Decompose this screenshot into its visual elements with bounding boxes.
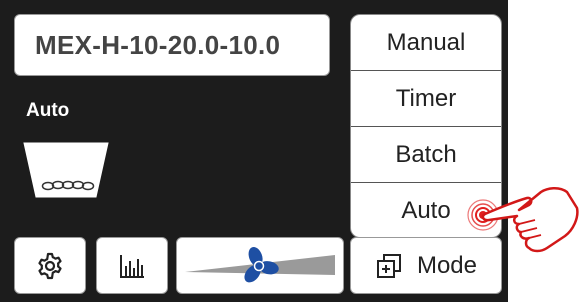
pointing-hand-icon [455,178,582,273]
fan-speed-control[interactable] [176,237,344,294]
menu-item-timer[interactable]: Timer [351,71,501,127]
settings-button[interactable] [14,237,86,294]
current-mode-label: Auto [26,100,70,121]
gear-icon [38,252,62,279]
controller-screen: MEX-H-10-20.0-10.0 Auto Manual Timer Bat… [0,0,508,302]
model-name-display: MEX-H-10-20.0-10.0 [14,14,330,76]
statistics-button[interactable] [96,237,168,294]
layers-plus-icon [376,253,401,278]
model-name-text: MEX-H-10-20.0-10.0 [35,29,281,60]
bar-chart-icon [120,254,144,278]
menu-item-batch[interactable]: Batch [351,127,501,183]
menu-item-manual[interactable]: Manual [351,15,501,71]
hopper-container-icon [22,141,110,204]
